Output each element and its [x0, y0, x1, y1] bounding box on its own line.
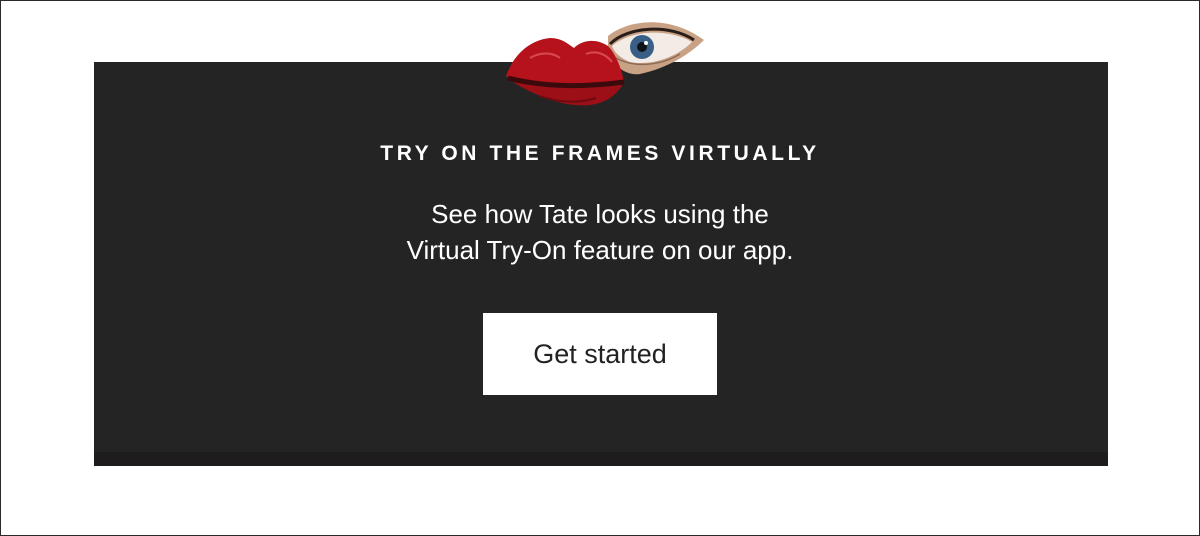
promo-description-line-2: Virtual Try-On feature on our app.	[406, 235, 794, 265]
get-started-button[interactable]: Get started	[483, 313, 717, 395]
promo-heading: TRY ON THE FRAMES VIRTUALLY	[380, 142, 820, 165]
lips-eye-collage	[500, 14, 710, 120]
lips-icon	[506, 38, 625, 106]
promo-description: See how Tate looks using the Virtual Try…	[0, 196, 1200, 268]
promo-description-line-1: See how Tate looks using the	[431, 199, 769, 229]
eye-icon	[608, 22, 704, 75]
panel-bottom-strip	[94, 452, 1108, 466]
